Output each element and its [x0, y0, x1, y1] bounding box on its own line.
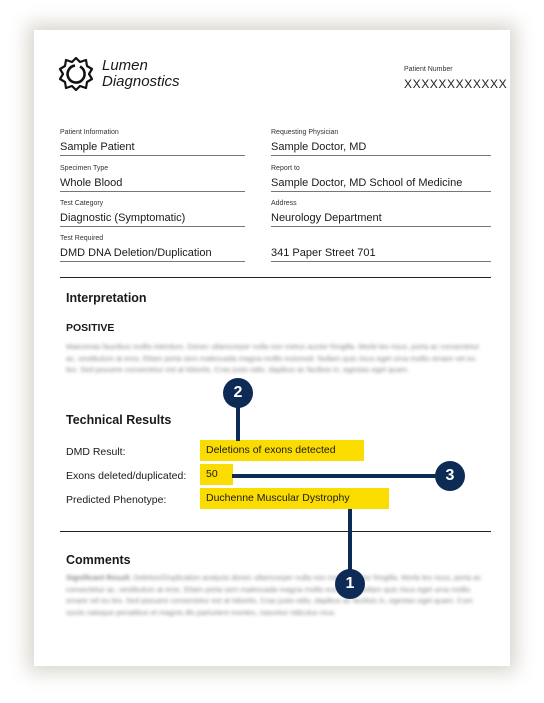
comments-lead: Significant Result. — [66, 573, 132, 582]
patient-information-label: Patient Information — [60, 129, 119, 136]
sun-gear-icon — [58, 56, 94, 92]
requesting-physician-label: Requesting Physician — [271, 129, 339, 136]
callout-1-connector — [348, 509, 352, 573]
report-to-value: Sample Doctor, MD School of Medicine — [271, 177, 491, 192]
callout-badge-3: 3 — [435, 461, 465, 491]
test-category-value: Diagnostic (Symptomatic) — [60, 212, 245, 227]
comments-body: Significant Result. Deletion/Duplication… — [66, 572, 486, 618]
brand-name: Lumen Diagnostics — [102, 58, 180, 90]
section-divider — [60, 531, 491, 532]
patient-information-value: Sample Patient — [60, 141, 245, 156]
phenotype-value: Duchenne Muscular Dystrophy — [200, 488, 389, 509]
test-required-label: Test Required — [60, 235, 104, 242]
callout-2-connector — [236, 405, 240, 441]
dmd-result-label: DMD Result: — [66, 446, 126, 458]
section-divider — [60, 277, 491, 278]
address-label: Address — [271, 200, 297, 207]
interpretation-heading: Interpretation — [66, 291, 147, 305]
address-value: Neurology Department — [271, 212, 491, 227]
dmd-result-value: Deletions of exons detected — [200, 440, 364, 461]
phenotype-label: Predicted Phenotype: — [66, 494, 167, 506]
brand-name-line1: Lumen — [102, 57, 148, 74]
patient-number-label: Patient Number — [404, 66, 453, 73]
report-to-label: Report to — [271, 165, 300, 172]
brand-name-line2: Diagnostics — [102, 73, 180, 90]
technical-results-heading: Technical Results — [66, 413, 172, 427]
test-required-value: DMD DNA Deletion/Duplication — [60, 247, 245, 262]
exons-label: Exons deleted/duplicated: — [66, 470, 187, 482]
exons-value: 50 — [200, 464, 233, 485]
specimen-type-label: Specimen Type — [60, 165, 109, 172]
requesting-physician-value: Sample Doctor, MD — [271, 141, 491, 156]
interpretation-body: Maecenas faucibus mollis interdum. Donec… — [66, 342, 480, 374]
comments-heading: Comments — [66, 553, 131, 567]
patient-number-value: XXXXXXXXXXXX — [404, 77, 508, 91]
callout-badge-2: 2 — [223, 378, 253, 408]
test-category-label: Test Category — [60, 200, 104, 207]
callout-badge-1: 1 — [335, 569, 365, 599]
interpretation-status: POSITIVE — [66, 322, 115, 334]
address-line2-value: 341 Paper Street 701 — [271, 247, 491, 262]
specimen-type-value: Whole Blood — [60, 177, 245, 192]
callout-3-connector — [232, 474, 440, 478]
